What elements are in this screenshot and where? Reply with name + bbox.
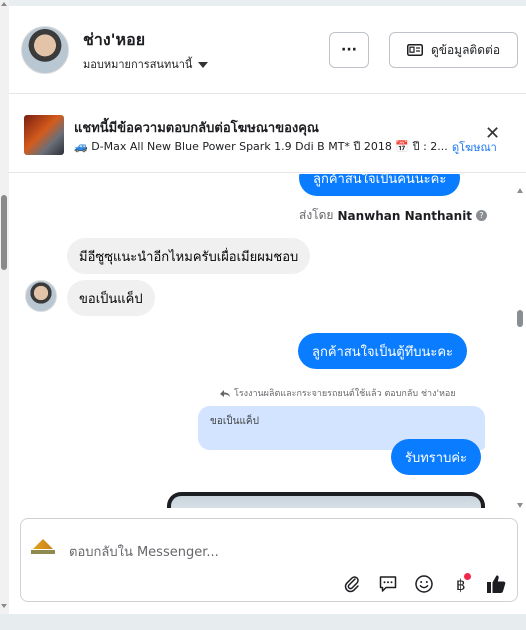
outgoing-message[interactable]: ลูกค้าสนใจเป็นตู้ทึบนะคะ [298, 333, 468, 369]
contact-card-icon [406, 44, 423, 56]
payment-icon[interactable]: ฿ [449, 573, 471, 595]
more-icon: ··· [341, 42, 357, 58]
saved-replies-icon[interactable] [377, 573, 399, 595]
more-options-button[interactable]: ··· [329, 32, 369, 68]
page-logo-roof [33, 539, 53, 549]
contact-avatar-small [25, 280, 57, 312]
outgoing-message[interactable]: รับทราบค่ะ [391, 439, 482, 475]
message-composer: ตอบกลับใน Messenger... ฿ [20, 518, 518, 602]
page-scrollbar-thumb[interactable] [1, 195, 7, 270]
view-contact-button[interactable]: ดูข้อมูลติดต่อ [389, 32, 518, 68]
page-logo [29, 537, 57, 559]
composer-toolbar: ฿ [341, 573, 507, 595]
sent-by-label: ส่งโดย Nanwhan Nanthanit ? [299, 206, 488, 225]
conversation-panel: ช่าง'หอย มอบหมายการสนทนานี้ ··· ดูข้อมูล… [9, 6, 526, 614]
contact-avatar[interactable] [21, 26, 69, 74]
notification-dot [464, 573, 471, 580]
reply-arrow-icon [220, 390, 230, 397]
scroll-up-icon[interactable] [517, 188, 523, 193]
thread-scrollbar-thumb[interactable] [517, 310, 523, 327]
message-thread[interactable]: ลูกค้าสนใจเป็นคนนะคะ ส่งโดย Nanwhan Nant… [9, 174, 526, 508]
assign-conversation-dropdown[interactable]: มอบหมายการสนทนานี้ [83, 55, 209, 73]
assign-label: มอบหมายการสนทนานี้ [83, 58, 193, 71]
ad-banner-title: แชทนี้มีข้อความตอบกลับต่อโฆษณาของคุณ [74, 121, 319, 136]
sent-by-prefix: ส่งโดย [299, 208, 334, 222]
scroll-up-icon[interactable] [1, 2, 7, 6]
scroll-down-icon[interactable] [1, 604, 7, 608]
scroll-down-icon[interactable] [517, 503, 523, 508]
quoted-message-text: ขอเป็นแค็ป [210, 416, 259, 427]
reply-input[interactable]: ตอบกลับใน Messenger... [69, 541, 219, 562]
bottom-strip [0, 614, 526, 630]
page-scrollbar[interactable] [0, 0, 9, 630]
incoming-message[interactable]: ขอเป็นแค็ป [67, 280, 155, 316]
image-attachment[interactable] [167, 492, 485, 508]
thumbs-up-icon[interactable] [485, 573, 507, 595]
emoji-icon[interactable] [413, 573, 435, 595]
caret-down-icon [198, 61, 209, 68]
contact-name[interactable]: ช่าง'หอย [83, 28, 145, 53]
outgoing-message[interactable]: ลูกค้าสนใจเป็นคนนะคะ [299, 174, 461, 196]
attach-icon[interactable] [341, 573, 363, 595]
view-contact-label: ดูข้อมูลติดต่อ [430, 42, 501, 57]
ad-description: 🚙 D-Max All New Blue Power Spark 1.9 Ddi… [74, 140, 448, 153]
conversation-header: ช่าง'หอย มอบหมายการสนทนานี้ ··· ดูข้อมูล… [9, 6, 526, 94]
ad-thumbnail[interactable] [24, 115, 64, 155]
sender-name: Nanwhan Nanthanit [337, 208, 473, 223]
thread-scrollbar[interactable] [515, 182, 525, 508]
close-icon[interactable]: ✕ [485, 125, 500, 143]
reply-context-text: โรงงานผลิตและกระจายรถยนต์ใช้แล้ว ตอบกลับ… [234, 389, 456, 399]
page-logo-base [31, 550, 55, 554]
reply-context: โรงงานผลิตและกระจายรถยนต์ใช้แล้ว ตอบกลับ… [219, 386, 456, 400]
info-icon[interactable]: ? [476, 210, 488, 221]
ad-reply-banner: แชทนี้มีข้อความตอบกลับต่อโฆษณาของคุณ 🚙 D… [9, 95, 526, 173]
incoming-message[interactable]: มีอีซูซุแนะนำอีกไหมครับเผื่อเมียผมชอบ [67, 238, 311, 274]
